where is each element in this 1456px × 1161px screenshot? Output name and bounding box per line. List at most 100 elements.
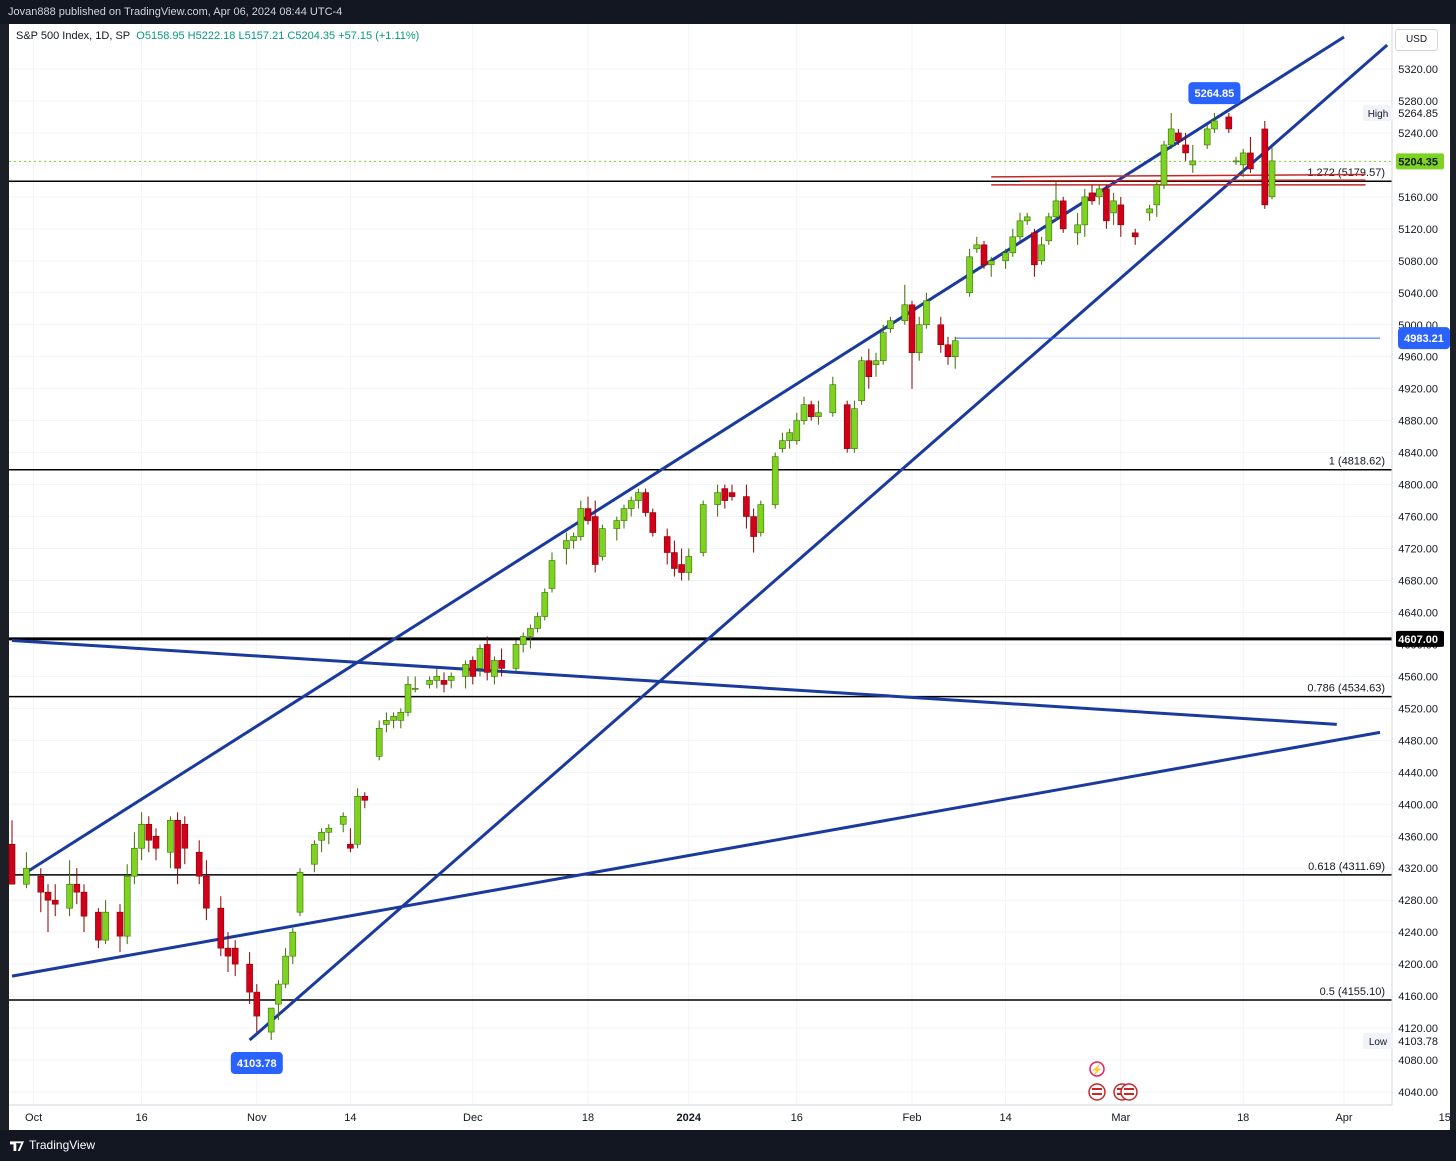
candle-body — [426, 680, 433, 685]
trendline[interactable] — [25, 35, 1345, 874]
candle-body — [1031, 232, 1038, 266]
candle-body — [923, 300, 930, 326]
candle-body — [728, 492, 736, 497]
candle-body — [1074, 224, 1081, 234]
candle-body — [627, 500, 635, 509]
candle-body — [721, 488, 729, 501]
candle-body — [534, 616, 541, 629]
tradingview-logo[interactable]: TradingView — [10, 1138, 95, 1152]
candle-body — [462, 664, 469, 677]
candle-body — [275, 983, 282, 1005]
candle-body — [267, 1007, 275, 1033]
candle-body — [887, 320, 894, 330]
candle-body — [879, 332, 887, 362]
flag-stripe — [1124, 1088, 1134, 1090]
time-tick-label: 2024 — [677, 1112, 702, 1124]
candle-body — [318, 831, 325, 841]
candle-body — [383, 720, 390, 725]
candle-body — [635, 492, 642, 501]
candle-body — [339, 815, 347, 825]
candle-body — [325, 827, 333, 833]
time-tick-label: Feb — [903, 1112, 922, 1124]
candle-body — [138, 823, 145, 849]
price-tick-label: 4560.00 — [1398, 671, 1438, 683]
candle-body — [1052, 200, 1060, 218]
price-tick-label: 4720.00 — [1398, 544, 1438, 556]
flag-stripe — [1092, 1093, 1102, 1095]
brand-text: TradingView — [29, 1138, 96, 1152]
price-tick-label: 4880.00 — [1398, 416, 1438, 428]
candle-body — [620, 508, 628, 521]
candle-body — [1225, 116, 1233, 130]
candle-body — [217, 907, 225, 949]
trendline[interactable] — [11, 638, 1337, 726]
candle-body — [123, 875, 131, 937]
price-chart[interactable]: 1.272 (5179.57) 1 (4818.62) 0.786 (4534.63… — [0, 0, 1456, 1161]
us-flag-event-icon — [1088, 1083, 1106, 1101]
candle-body — [577, 508, 585, 537]
candle-body — [390, 716, 397, 721]
lightning-event-glyph: ⚡ — [1091, 1063, 1103, 1076]
time-tick-label: 14 — [999, 1112, 1011, 1124]
trendlines — [11, 35, 1389, 1042]
candle-body — [37, 875, 45, 893]
candle-body — [203, 875, 210, 909]
fib-level-label: 0.786 (4534.63) — [1307, 683, 1385, 695]
candle-body — [613, 520, 621, 529]
trendline[interactable] — [248, 43, 1389, 1042]
candle-body — [750, 516, 757, 537]
candle-body — [1095, 188, 1103, 198]
candle-body — [563, 540, 570, 549]
price-tick-label: 4160.00 — [1398, 991, 1438, 1003]
candle-body — [793, 420, 801, 441]
price-tick-label: 4640.00 — [1398, 607, 1438, 619]
candle-body — [1131, 232, 1139, 238]
candle-body — [469, 660, 477, 677]
candle-body — [411, 688, 419, 690]
candle-body — [231, 947, 239, 965]
candle-body — [663, 536, 671, 553]
price-tick-label: 4080.00 — [1398, 1055, 1438, 1067]
candle-body — [1146, 208, 1153, 214]
time-tick-label: 18 — [582, 1112, 594, 1124]
candle-body — [973, 244, 981, 250]
price-tick-label: 4360.00 — [1398, 831, 1438, 843]
candle-body — [908, 304, 916, 354]
candle-body — [584, 508, 592, 521]
time-tick-label: 15 — [1439, 1112, 1451, 1124]
candle-body — [246, 963, 253, 993]
candle-body — [116, 911, 124, 937]
trendline[interactable] — [11, 730, 1381, 978]
price-tick-label: 5040.00 — [1398, 288, 1438, 300]
candle-body — [498, 660, 505, 669]
candle-body — [966, 256, 973, 294]
candle-body — [102, 911, 109, 941]
candle-body — [1153, 184, 1161, 206]
candle-body — [642, 492, 649, 513]
candle-body — [354, 795, 361, 845]
price-tick-label: 5160.00 — [1398, 192, 1438, 204]
candle-body — [476, 648, 484, 669]
candle-body — [23, 867, 30, 885]
currency-button[interactable]: USD — [1395, 29, 1438, 51]
legend-close: C5204.35 — [287, 30, 336, 42]
time-tick-label: 18 — [1237, 1112, 1249, 1124]
high-marker-title: High — [1368, 109, 1389, 120]
legend-open: O5158.95 — [136, 30, 185, 42]
candle-body — [1247, 152, 1254, 170]
candle-body — [66, 883, 73, 909]
symbol-legend: S&P 500 Index, 1D, SP O5158.95 H5222.18 … — [16, 30, 419, 42]
candle-body — [404, 684, 412, 713]
candle-body — [152, 835, 160, 849]
candle-body — [1261, 128, 1269, 206]
price-tick-label: 4960.00 — [1398, 352, 1438, 364]
candle-body — [167, 819, 174, 853]
time-tick-label: 14 — [344, 1112, 356, 1124]
candle-body — [987, 260, 995, 266]
candle-body — [779, 440, 786, 449]
candle-body — [174, 819, 181, 869]
time-tick-label: Oct — [25, 1112, 42, 1124]
candle-body — [699, 504, 707, 553]
price-tick-label: 5080.00 — [1398, 256, 1438, 268]
footer-bar: TradingView — [0, 1130, 1456, 1161]
